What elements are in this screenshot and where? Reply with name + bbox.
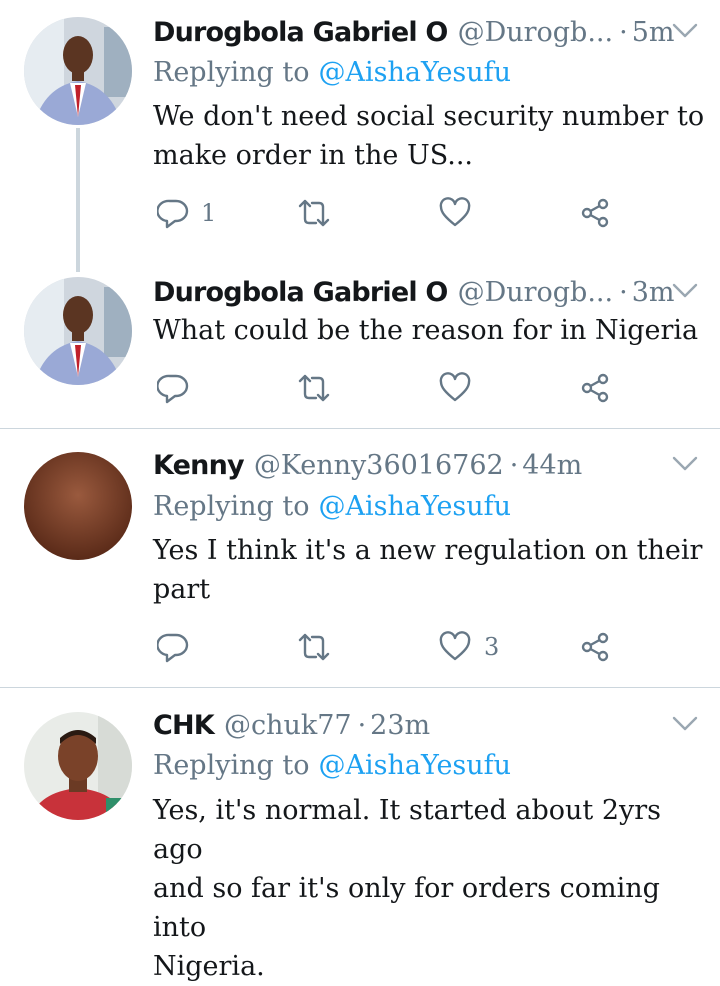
retweet-button[interactable] xyxy=(296,193,344,233)
text-line: We don't need social security number to xyxy=(153,101,705,132)
action-bar: 1 xyxy=(153,193,623,233)
share-button[interactable] xyxy=(579,368,611,408)
share-icon xyxy=(579,372,611,404)
action-bar xyxy=(153,368,623,408)
separator-dot: · xyxy=(357,709,367,741)
reply-icon xyxy=(157,631,189,663)
mention-link[interactable]: @AishaYesufu xyxy=(318,57,511,88)
tweet-3[interactable]: Kenny @Kenny36016762 · 44m Replying to @… xyxy=(0,429,720,687)
tweet-4[interactable]: CHK @chuk77 · 23m Replying to @AishaYesu… xyxy=(0,688,720,982)
replying-to: Replying to @AishaYesufu xyxy=(153,52,511,92)
author-handle[interactable]: @Durogb... xyxy=(458,17,614,48)
thread-connector xyxy=(76,128,80,272)
share-button[interactable] xyxy=(579,627,611,667)
heart-icon xyxy=(438,631,472,663)
text-line: Nigeria. xyxy=(153,951,265,982)
avatar[interactable] xyxy=(24,712,132,820)
reply-button[interactable]: 1 xyxy=(157,193,216,233)
text-line: part xyxy=(153,574,211,605)
chevron-down-icon[interactable] xyxy=(672,455,698,473)
avatar[interactable] xyxy=(24,277,132,385)
chevron-down-icon[interactable] xyxy=(672,282,698,300)
author-name[interactable]: Durogbola Gabriel O xyxy=(153,17,448,48)
like-button[interactable]: 3 xyxy=(438,627,499,667)
avatar[interactable] xyxy=(24,17,132,125)
like-count: 3 xyxy=(484,633,500,661)
text-line: and so far it's only for orders coming i… xyxy=(153,873,660,943)
author-handle[interactable]: @Kenny36016762 xyxy=(254,450,504,481)
author-name[interactable]: Kenny xyxy=(153,450,245,481)
retweet-button[interactable] xyxy=(296,627,344,667)
timestamp[interactable]: 44m xyxy=(522,450,582,481)
heart-icon xyxy=(438,197,472,229)
tweet-2[interactable]: Durogbola Gabriel O @Durogb... · 3m What… xyxy=(0,270,720,428)
author-name[interactable]: CHK xyxy=(153,710,215,741)
share-icon xyxy=(579,197,611,229)
timestamp[interactable]: 5m xyxy=(632,17,675,48)
tweet-1[interactable]: Durogbola Gabriel O @Durogb... · 5m Repl… xyxy=(0,0,720,272)
separator-dot: · xyxy=(619,276,628,308)
retweet-icon xyxy=(296,631,332,663)
separator-dot: · xyxy=(619,16,628,48)
mention-link[interactable]: @AishaYesufu xyxy=(318,750,511,781)
reply-button[interactable] xyxy=(157,368,201,408)
tweet-text: What could be the reason for in Nigeria xyxy=(153,311,713,350)
timestamp[interactable]: 3m xyxy=(632,277,675,308)
replying-to: Replying to @AishaYesufu xyxy=(153,745,511,785)
replying-prefix: Replying to xyxy=(153,749,310,781)
text-line: What could be the reason for in Nigeria xyxy=(153,315,699,346)
timestamp[interactable]: 23m xyxy=(370,710,430,741)
retweet-icon xyxy=(296,197,332,229)
replying-prefix: Replying to xyxy=(153,56,310,88)
share-button[interactable] xyxy=(579,193,611,233)
share-icon xyxy=(579,631,611,663)
tweet-text: Yes, it's normal. It started about 2yrs … xyxy=(153,791,713,986)
chevron-down-icon[interactable] xyxy=(672,22,698,40)
reply-button[interactable] xyxy=(157,627,201,667)
action-bar: 3 xyxy=(153,627,623,667)
retweet-icon xyxy=(296,372,332,404)
heart-icon xyxy=(438,372,472,404)
avatar[interactable] xyxy=(24,452,132,560)
tweet-text: We don't need social security number to … xyxy=(153,97,713,175)
text-line: Yes, it's normal. It started about 2yrs … xyxy=(153,795,662,865)
mention-link[interactable]: @AishaYesufu xyxy=(318,491,511,522)
chevron-down-icon[interactable] xyxy=(672,715,698,733)
author-handle[interactable]: @chuk77 xyxy=(224,710,352,741)
like-button[interactable] xyxy=(438,368,484,408)
reply-icon xyxy=(157,197,189,229)
text-line: Yes I think it's a new regulation on the… xyxy=(153,535,703,566)
replying-to: Replying to @AishaYesufu xyxy=(153,486,511,526)
like-button[interactable] xyxy=(438,193,484,233)
text-line: make order in the US... xyxy=(153,140,473,171)
reply-icon xyxy=(157,372,189,404)
author-name[interactable]: Durogbola Gabriel O xyxy=(153,277,448,308)
tweet-text: Yes I think it's a new regulation on the… xyxy=(153,531,713,609)
retweet-button[interactable] xyxy=(296,368,344,408)
author-handle[interactable]: @Durogb... xyxy=(458,277,614,308)
separator-dot: · xyxy=(509,449,519,481)
replying-prefix: Replying to xyxy=(153,490,310,522)
reply-count: 1 xyxy=(201,199,217,227)
